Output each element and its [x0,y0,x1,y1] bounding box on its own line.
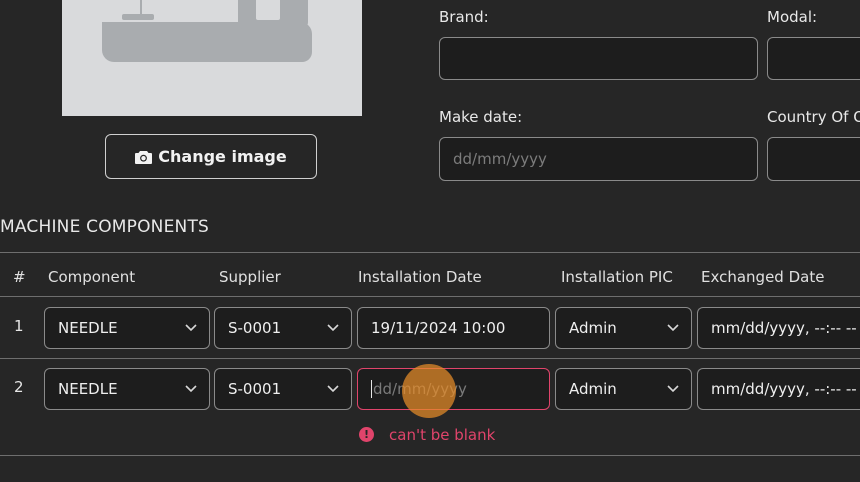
installation-date-value: 19/11/2024 10:00 [371,319,506,337]
chevron-down-icon [185,324,197,332]
supplier-select[interactable]: S-0001 [214,307,352,349]
pic-select[interactable]: Admin [555,368,692,410]
component-value: NEEDLE [58,319,118,337]
exchanged-date-value: mm/dd/yyyy, --:-- -- [711,319,857,337]
component-value: NEEDLE [58,380,118,398]
supplier-select[interactable]: S-0001 [214,368,352,410]
chevron-down-icon [667,385,679,393]
change-image-button[interactable]: Change image [105,134,317,179]
brand-input[interactable] [439,37,758,80]
pic-select[interactable]: Admin [555,307,692,349]
header-number: # [13,268,26,286]
header-installation-pic: Installation PIC [561,268,673,286]
component-select[interactable]: NEEDLE [44,307,210,349]
change-image-label: Change image [158,147,287,166]
machine-image [62,0,362,116]
table-bottom-divider [0,455,860,456]
camera-icon [135,150,153,164]
error-message: can't be blank [389,426,496,444]
error-icon: ! [359,427,374,442]
component-select[interactable]: NEEDLE [44,368,210,410]
header-supplier: Supplier [219,268,281,286]
modal-input[interactable] [767,37,860,80]
header-component: Component [48,268,136,286]
modal-label: Modal: [767,8,818,26]
chevron-down-icon [327,385,339,393]
cursor-highlight [402,364,456,418]
make-date-placeholder: dd/mm/yyyy [453,150,547,168]
table-top-divider [0,252,860,253]
row-divider [0,358,860,359]
pic-value: Admin [569,319,617,337]
pic-value: Admin [569,380,617,398]
supplier-value: S-0001 [228,380,282,398]
installation-date-input[interactable]: 19/11/2024 10:00 [357,307,550,349]
country-input[interactable] [767,137,860,181]
row-number: 2 [14,378,24,396]
header-exchanged-date: Exchanged Date [701,268,825,286]
exchanged-date-input[interactable]: mm/dd/yyyy, --:-- -- [697,307,860,349]
text-caret [371,380,372,398]
exchanged-date-value: mm/dd/yyyy, --:-- -- [711,380,857,398]
make-date-input[interactable]: dd/mm/yyyy [439,137,758,181]
chevron-down-icon [327,324,339,332]
row-number: 1 [14,317,24,335]
sewing-machine-icon [102,0,312,62]
country-label: Country Of O [767,108,860,126]
chevron-down-icon [185,385,197,393]
brand-label: Brand: [439,8,489,26]
chevron-down-icon [667,324,679,332]
header-divider [0,296,860,297]
make-date-label: Make date: [439,108,523,126]
header-installation-date: Installation Date [358,268,482,286]
exchanged-date-input[interactable]: mm/dd/yyyy, --:-- -- [697,368,860,410]
supplier-value: S-0001 [228,319,282,337]
section-title: MACHINE COMPONENTS [0,217,210,237]
